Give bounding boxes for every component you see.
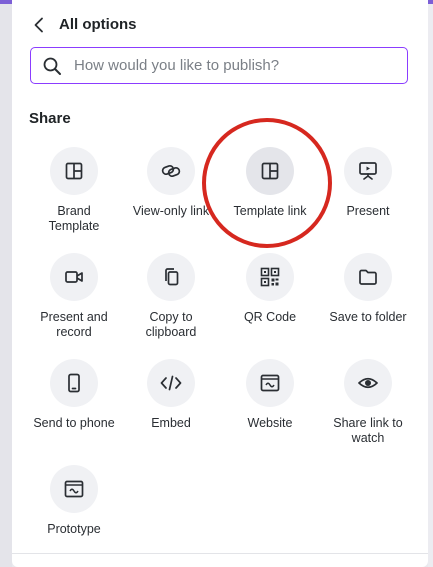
- option-label: QR Code: [243, 310, 297, 324]
- chevron-left-icon: [34, 17, 43, 33]
- option-label: Send to phone: [33, 416, 115, 430]
- option-label: Template link: [233, 204, 307, 218]
- option-label: Brand Template: [48, 204, 100, 233]
- folder-icon: [344, 253, 392, 301]
- share-section-title: Share: [29, 110, 71, 127]
- page-title: All options: [59, 16, 137, 33]
- left-background-strip: [0, 4, 12, 567]
- option-label: Website: [247, 416, 293, 430]
- option-label: Prototype: [47, 522, 101, 536]
- option-send-to-phone[interactable]: Send to phone: [25, 359, 123, 431]
- panel-header: All options: [12, 10, 428, 40]
- option-website[interactable]: Website: [221, 359, 319, 431]
- option-view-only-link[interactable]: View-only link: [122, 147, 220, 219]
- option-present[interactable]: Present: [319, 147, 417, 219]
- option-label: Share link to watch: [333, 416, 403, 445]
- eye-icon: [344, 359, 392, 407]
- website-icon: [246, 359, 294, 407]
- option-copy-to-clipboard[interactable]: Copy to clipboard: [122, 253, 220, 340]
- option-label: Embed: [151, 416, 191, 430]
- qr-code-icon: [246, 253, 294, 301]
- search-icon: [42, 56, 62, 76]
- search-box[interactable]: [30, 47, 408, 84]
- present-icon: [344, 147, 392, 195]
- option-brand-template[interactable]: Brand Template: [25, 147, 123, 234]
- option-label: Present and record: [40, 310, 108, 339]
- embed-code-icon: [147, 359, 195, 407]
- search-input[interactable]: [72, 56, 396, 75]
- prototype-icon: [50, 465, 98, 513]
- phone-icon: [50, 359, 98, 407]
- option-label: Present: [346, 204, 390, 218]
- divider: [12, 553, 428, 554]
- option-label: Save to folder: [329, 310, 407, 324]
- option-template-link[interactable]: Template link: [221, 147, 319, 219]
- option-label: View-only link: [132, 204, 210, 218]
- publish-options-panel: All options Share Brand Template V: [12, 0, 428, 567]
- option-prototype[interactable]: Prototype: [25, 465, 123, 537]
- option-share-link-to-watch[interactable]: Share link to watch: [319, 359, 417, 446]
- link-icon: [147, 147, 195, 195]
- copy-icon: [147, 253, 195, 301]
- template-link-icon: [246, 147, 294, 195]
- video-camera-icon: [50, 253, 98, 301]
- option-present-and-record[interactable]: Present and record: [25, 253, 123, 340]
- option-embed[interactable]: Embed: [122, 359, 220, 431]
- right-scroll-strip: [428, 4, 433, 567]
- option-label: Copy to clipboard: [145, 310, 197, 339]
- back-button[interactable]: [28, 14, 50, 36]
- brand-template-icon: [50, 147, 98, 195]
- option-save-to-folder[interactable]: Save to folder: [319, 253, 417, 325]
- option-qr-code[interactable]: QR Code: [221, 253, 319, 325]
